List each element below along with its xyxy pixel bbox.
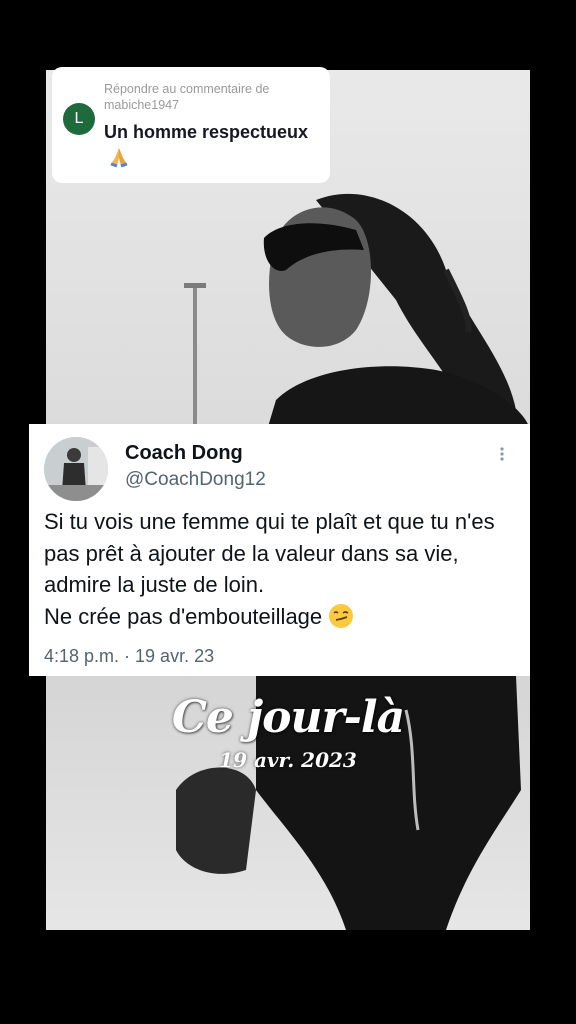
- reply-comment-card[interactable]: L Répondre au commentaire de mabiche1947…: [52, 67, 330, 183]
- avatar: L: [63, 103, 95, 135]
- tweet-text: Si tu vois une femme qui te plaît et que…: [44, 509, 495, 629]
- overlay-title: Ce jour-là: [171, 692, 405, 743]
- avatar[interactable]: [44, 437, 108, 501]
- tweet-body: Si tu vois une femme qui te plaît et que…: [44, 506, 520, 632]
- reply-text: Un homme respectueux: [104, 119, 314, 171]
- reply-label: Répondre au commentaire de mabiche1947: [104, 82, 270, 112]
- overlay-date: 19 avr. 2023: [219, 748, 357, 772]
- tweet-card[interactable]: Coach Dong @CoachDong12 Si tu vois une f…: [29, 424, 530, 676]
- reply-text-content: Un homme respectueux: [104, 122, 309, 142]
- tweet-timestamp: 4:18 p.m. · 19 avr. 23: [44, 646, 215, 666]
- folded-hands-icon: [110, 148, 128, 168]
- more-options-icon[interactable]: [496, 442, 508, 466]
- smirking-face-icon: [329, 603, 354, 628]
- tweet-author-name[interactable]: Coach Dong: [125, 442, 243, 465]
- tweet-author-handle[interactable]: @CoachDong12: [125, 469, 266, 491]
- profile-photo: [44, 437, 108, 501]
